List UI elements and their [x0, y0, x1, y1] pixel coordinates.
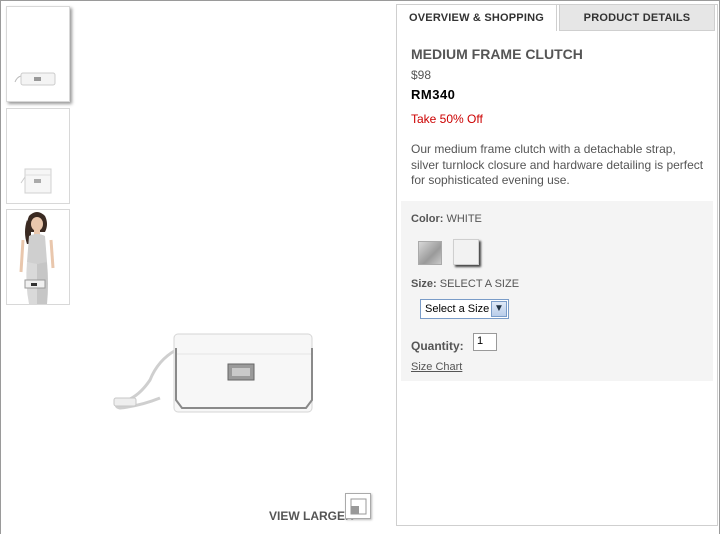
size-select[interactable]: Select a Size ▼ — [420, 299, 509, 319]
price-rm: RM340 — [411, 87, 456, 102]
quantity-label: Quantity: — [411, 339, 464, 353]
price-usd: $98 — [411, 68, 432, 82]
product-title: MEDIUM FRAME CLUTCH — [411, 46, 583, 62]
chevron-down-icon[interactable]: ▼ — [491, 301, 507, 317]
model-thumbnail-image — [19, 212, 55, 304]
size-chart-link[interactable]: Size Chart — [411, 361, 462, 373]
tab-product-details[interactable]: PRODUCT DETAILS — [559, 5, 715, 31]
options-section: Color: WHITE Size: SELECT A SIZE Select … — [401, 201, 713, 381]
thumbnail-back[interactable] — [6, 108, 70, 204]
size-select-value: Select a Size — [425, 303, 490, 315]
swatch-white[interactable] — [453, 239, 479, 265]
product-info-panel: OVERVIEW & SHOPPING PRODUCT DETAILS MEDI… — [396, 4, 718, 526]
color-row: Color: WHITE — [411, 213, 482, 225]
quantity-input[interactable]: 1 — [473, 333, 497, 351]
tab-overview-shopping[interactable]: OVERVIEW & SHOPPING — [397, 5, 557, 31]
thumbnail-model[interactable] — [6, 209, 70, 305]
view-larger-link[interactable]: VIEW LARGER — [269, 509, 354, 523]
promo-text: Take 50% Off — [411, 112, 483, 126]
bottom-strip — [0, 534, 720, 556]
swatch-silver[interactable] — [418, 241, 442, 265]
size-label: Size: — [411, 278, 437, 290]
tab-bar: OVERVIEW & SHOPPING PRODUCT DETAILS — [397, 5, 717, 31]
color-label: Color: — [411, 213, 444, 225]
product-description: Our medium frame clutch with a detachabl… — [411, 142, 704, 187]
thumbnail-front[interactable] — [6, 6, 70, 102]
view-larger-icon[interactable] — [345, 493, 371, 519]
size-value: SELECT A SIZE — [439, 278, 520, 290]
main-product-image[interactable] — [100, 320, 330, 430]
color-value: WHITE — [446, 213, 482, 225]
size-row: Size: SELECT A SIZE — [411, 278, 519, 290]
clutch-thumbnail-image — [14, 72, 56, 86]
clutch-back-thumbnail-image — [20, 168, 52, 194]
